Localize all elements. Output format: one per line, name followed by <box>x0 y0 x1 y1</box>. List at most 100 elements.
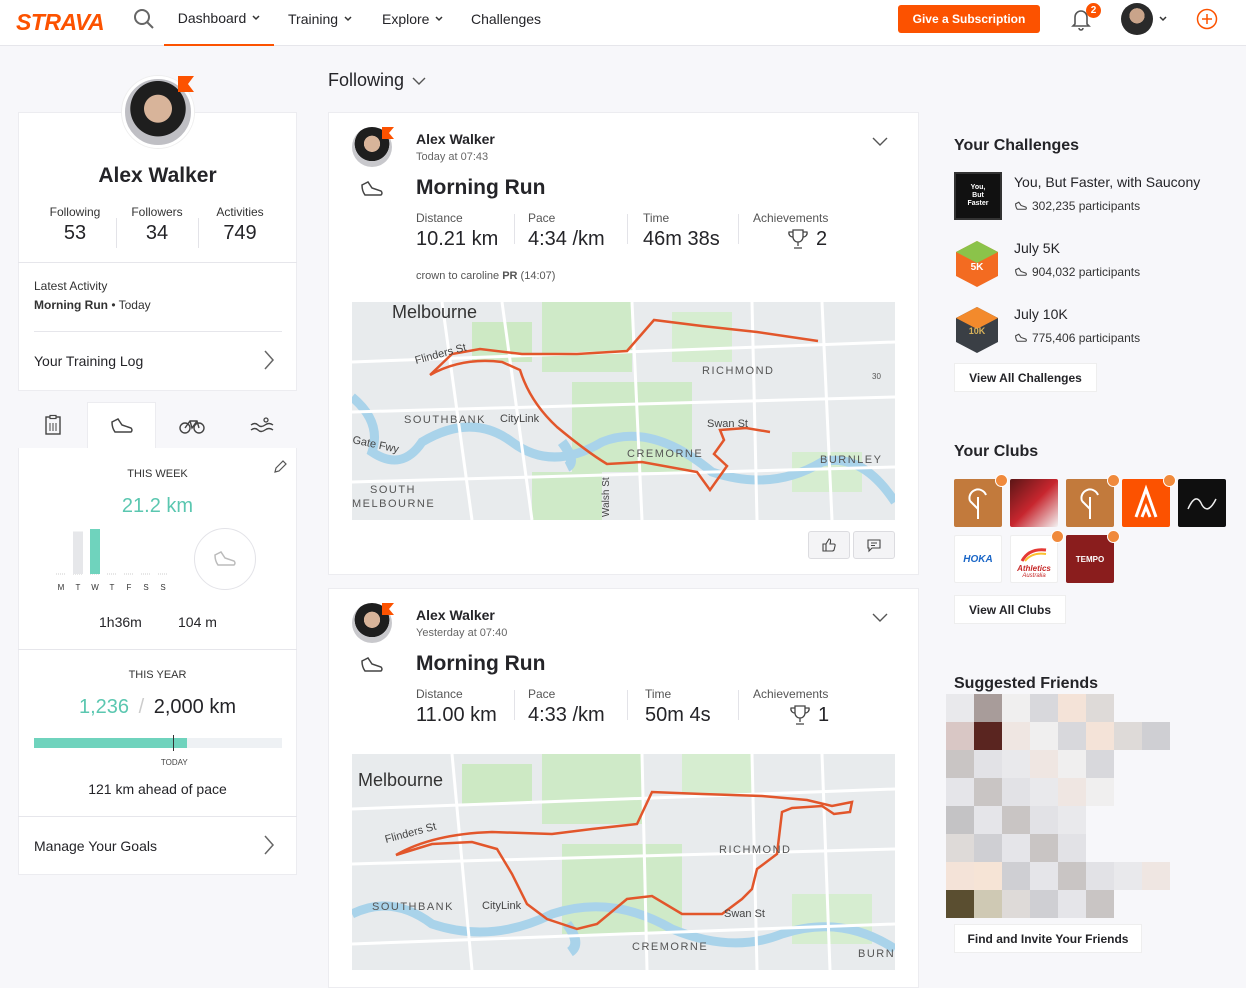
search-icon[interactable] <box>133 8 155 30</box>
activity-title[interactable]: Morning Run <box>416 652 545 676</box>
pixel-block <box>974 694 1002 722</box>
pixel-block <box>1030 834 1058 862</box>
tree-icon <box>968 488 987 519</box>
strava-flag-icon <box>382 127 394 139</box>
running-shoe-icon <box>214 551 236 566</box>
pixel-block <box>946 778 974 806</box>
pixel-block <box>1002 806 1030 834</box>
chevron-down-icon[interactable] <box>872 136 888 148</box>
trophy-icon <box>788 229 808 249</box>
profile-name[interactable]: Alex Walker <box>18 164 297 188</box>
challenge-name[interactable]: July 5K <box>1014 240 1060 256</box>
divider <box>627 214 628 244</box>
pixel-block <box>946 806 974 834</box>
view-all-challenges-button[interactable]: View All Challenges <box>954 363 1097 392</box>
challenge-name[interactable]: You, But Faster, with Saucony <box>1014 174 1200 190</box>
participants-count: 904,032 participants <box>1032 265 1141 279</box>
route-map[interactable]: Melbourne Flinders St RICHMOND SOUTHBANK… <box>352 302 895 520</box>
athlete-name[interactable]: Alex Walker <box>416 607 495 623</box>
route-map[interactable]: Melbourne Flinders St RICHMOND SOUTHBANK… <box>352 754 895 970</box>
pixel-block <box>1002 778 1030 806</box>
achievements[interactable]: 1 <box>788 703 829 727</box>
tab-swim[interactable] <box>227 402 296 448</box>
year-current: 1,236 <box>78 696 130 718</box>
club-logo[interactable] <box>1010 479 1058 527</box>
training-log-link[interactable]: Your Training Log <box>34 353 143 369</box>
club-logo[interactable]: Athletics Australia <box>1010 535 1058 583</box>
feed-filter-dropdown[interactable]: Following <box>328 70 426 91</box>
chevron-right-icon[interactable] <box>263 834 275 856</box>
metric-value: 10.21 km <box>416 228 499 250</box>
kudos-button[interactable] <box>808 531 850 559</box>
club-member-check-icon <box>1051 530 1064 543</box>
achievements[interactable]: 2 <box>786 227 827 251</box>
club-logo[interactable] <box>1122 479 1170 527</box>
stat-following[interactable]: Following 53 <box>40 205 110 245</box>
latest-activity-label: Latest Activity <box>34 279 108 293</box>
this-week-heading: THIS WEEK <box>127 468 188 480</box>
club-logo[interactable]: HOKA <box>954 535 1002 583</box>
challenge-badge[interactable]: You, But Faster <box>954 172 1002 220</box>
add-plus-icon[interactable] <box>1196 8 1218 30</box>
stat-label: Followers <box>131 205 183 219</box>
pixel-block <box>1030 778 1058 806</box>
map-label-richmond: RICHMOND <box>719 844 792 856</box>
strava-logo-icon <box>1134 484 1158 518</box>
comment-button[interactable] <box>853 531 895 559</box>
divider <box>18 816 297 817</box>
strava-logo[interactable]: STRAVA <box>16 9 105 36</box>
find-invite-friends-button[interactable]: Find and Invite Your Friends <box>954 924 1142 953</box>
nav-training[interactable]: Training <box>288 0 352 46</box>
map-label-southbank: SOUTHBANK <box>372 901 454 913</box>
week-day-label: S <box>143 583 148 592</box>
user-avatar[interactable] <box>1121 3 1153 35</box>
metric-label: Pace <box>528 687 556 701</box>
tab-ride[interactable] <box>157 402 226 448</box>
challenge-badge[interactable]: 10K <box>954 305 1000 355</box>
nav-explore[interactable]: Explore <box>382 0 443 46</box>
comment-icon <box>867 539 881 553</box>
tab-run[interactable] <box>87 402 156 448</box>
pixel-block <box>1058 750 1086 778</box>
manage-goals-link[interactable]: Manage Your Goals <box>34 838 157 854</box>
divider <box>116 218 117 248</box>
tab-overview[interactable] <box>18 402 87 448</box>
give-subscription-button[interactable]: Give a Subscription <box>898 5 1040 33</box>
athlete-name[interactable]: Alex Walker <box>416 131 495 147</box>
pixel-block <box>1002 834 1030 862</box>
challenge-badge[interactable]: 5K <box>954 239 1000 289</box>
pixel-block <box>946 834 974 862</box>
view-all-clubs-button[interactable]: View All Clubs <box>954 595 1066 624</box>
pixel-block <box>1058 834 1086 862</box>
latest-activity[interactable]: Morning Run • Today <box>34 298 151 312</box>
activity-title[interactable]: Morning Run <box>416 176 545 200</box>
nav-challenges[interactable]: Challenges <box>471 0 541 46</box>
chevron-down-icon[interactable] <box>1158 14 1168 24</box>
year-goal: 2,000 km <box>153 696 236 718</box>
challenge-name[interactable]: July 10K <box>1014 306 1068 322</box>
swoosh-icon <box>1020 548 1047 562</box>
map-label-swan: Swan St <box>707 418 748 430</box>
pixel-block <box>1002 722 1030 750</box>
club-member-check-icon <box>995 474 1008 487</box>
week-bar <box>73 531 83 574</box>
edit-pencil-icon[interactable] <box>272 459 288 475</box>
map-label-cremorne: CREMORNE <box>627 448 703 460</box>
chevron-down-icon[interactable] <box>872 612 888 624</box>
stat-activities[interactable]: Activities 749 <box>204 205 276 245</box>
nav-dashboard[interactable]: Dashboard <box>164 0 274 46</box>
stat-followers[interactable]: Followers 34 <box>122 205 192 245</box>
signature-icon <box>1187 498 1217 510</box>
map-label-citylink: CityLink <box>500 413 540 425</box>
pixel-block <box>1058 806 1086 834</box>
club-logo[interactable] <box>1066 479 1114 527</box>
map-label-walsh: Walsh St <box>601 477 612 517</box>
pixel-block <box>1030 862 1058 890</box>
profile-card <box>18 112 297 391</box>
challenge-badge-text: 5K <box>971 262 985 273</box>
club-logo[interactable]: TEMPO <box>1066 535 1114 583</box>
nav-explore-label: Explore <box>382 11 430 27</box>
club-logo[interactable] <box>954 479 1002 527</box>
chevron-right-icon[interactable] <box>263 349 275 371</box>
club-logo[interactable] <box>1178 479 1226 527</box>
